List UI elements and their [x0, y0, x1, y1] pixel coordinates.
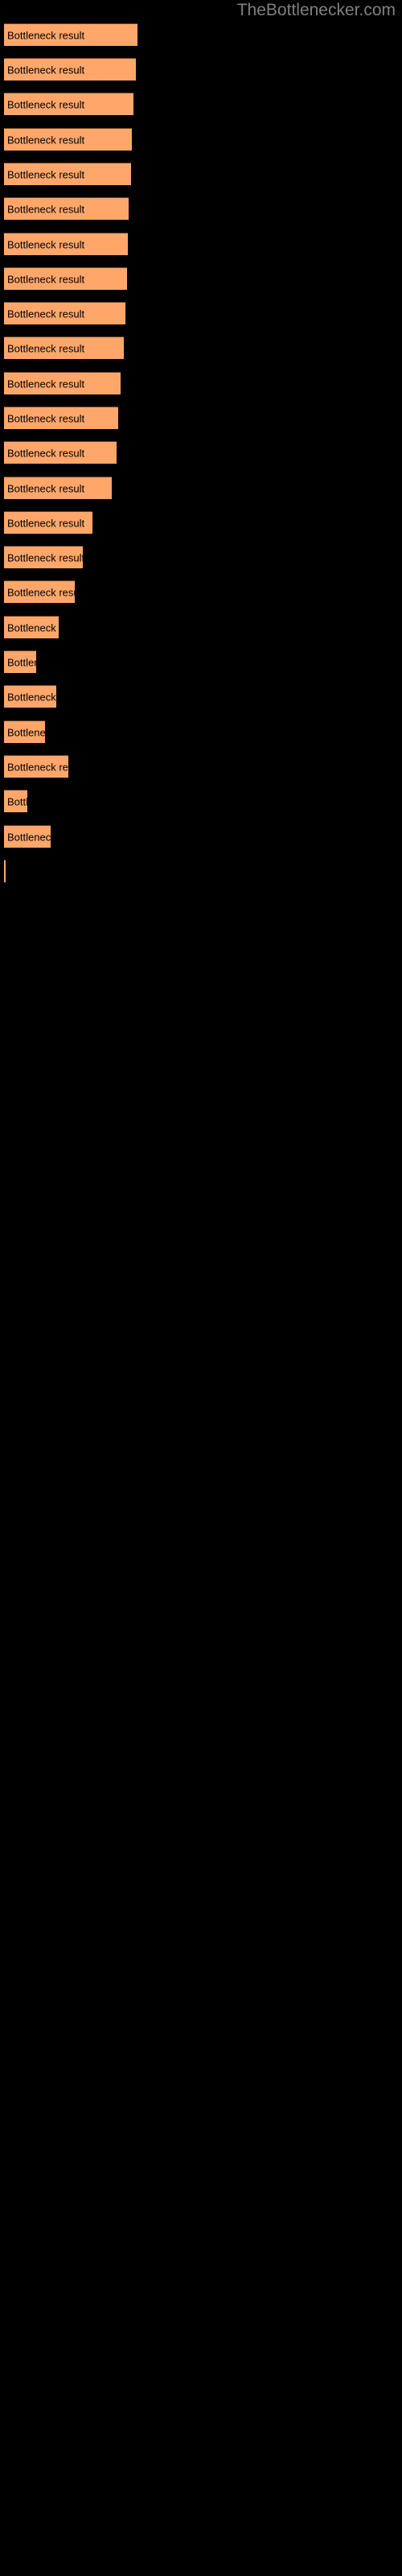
bar-label: Bottleneck result [7, 29, 85, 41]
bar-label: Bottleneck result [7, 726, 45, 738]
bar-label: Bottleneck result [7, 412, 85, 424]
bar-label: Bottleneck result [7, 134, 85, 146]
bar[interactable]: Bottleneck result [4, 580, 75, 603]
bar[interactable]: Bottleneck result [4, 197, 129, 220]
bar[interactable]: Bottleneck result [4, 302, 125, 324]
bar[interactable]: Bottleneck result [4, 441, 117, 464]
bar[interactable]: Bottleneck result [4, 650, 36, 673]
bar-label: Bottleneck result [7, 621, 59, 634]
bar-label: Bottleneck result [7, 273, 85, 285]
bar-label: Bottleneck result [7, 203, 85, 215]
bar-label: Bottleneck result [7, 517, 85, 529]
bar[interactable]: Bottleneck result [4, 407, 118, 429]
bar-label: Bottleneck result [7, 64, 85, 76]
bar-label: Bottleneck result [7, 98, 85, 110]
bar-label: Bottleneck result [7, 691, 56, 703]
bar[interactable]: Bottleneck result [4, 616, 59, 638]
bar[interactable]: Bottleneck result [4, 685, 56, 708]
bar[interactable]: Bottleneck result [4, 511, 92, 534]
bottleneck-bar-chart: Bottleneck result Bottleneck result Bottle… [0, 0, 402, 2576]
bar[interactable]: Bottleneck result [4, 546, 83, 568]
bar[interactable]: Bottleneck result [4, 755, 68, 778]
bar-label: Bottleneck result [7, 551, 83, 564]
bar[interactable]: Bottleneck result [4, 267, 127, 290]
bar-label: Bottleneck result [7, 586, 75, 598]
bar[interactable]: Bottleneck result [4, 860, 6, 882]
bar-label: Bottleneck result [7, 308, 85, 320]
bar[interactable]: Bottleneck result [4, 336, 124, 359]
bar-label: Bottleneck result [7, 378, 85, 390]
bar-label: Bottleneck result [7, 831, 51, 843]
bar-label: Bottleneck result [7, 168, 85, 180]
bar[interactable]: Bottleneck result [4, 93, 133, 115]
bar[interactable]: Bottleneck result [4, 790, 27, 812]
bar[interactable]: Bottleneck result [4, 23, 137, 46]
chart-page: TheBottlenecker.com Bottleneck result Bot… [0, 0, 402, 2576]
bar[interactable]: Bottleneck result [4, 233, 128, 255]
bar-label: Bottleneck result [7, 342, 85, 354]
bar[interactable]: Bottleneck result [4, 58, 136, 80]
bar[interactable]: Bottleneck result [4, 477, 112, 499]
bar[interactable]: Bottleneck result [4, 825, 51, 848]
bar[interactable]: Bottleneck result [4, 720, 45, 743]
bar[interactable]: Bottleneck result [4, 372, 121, 394]
bar-label: Bottleneck result [7, 761, 68, 773]
bar-label: Bottleneck result [7, 482, 85, 494]
bar-label: Bottleneck result [7, 656, 36, 668]
bar[interactable]: Bottleneck result [4, 128, 132, 151]
bar-label: Bottleneck result [7, 238, 85, 250]
bar-label: Bottleneck result [7, 447, 85, 459]
bar-label: Bottleneck result [7, 795, 27, 807]
bar[interactable]: Bottleneck result [4, 163, 131, 185]
